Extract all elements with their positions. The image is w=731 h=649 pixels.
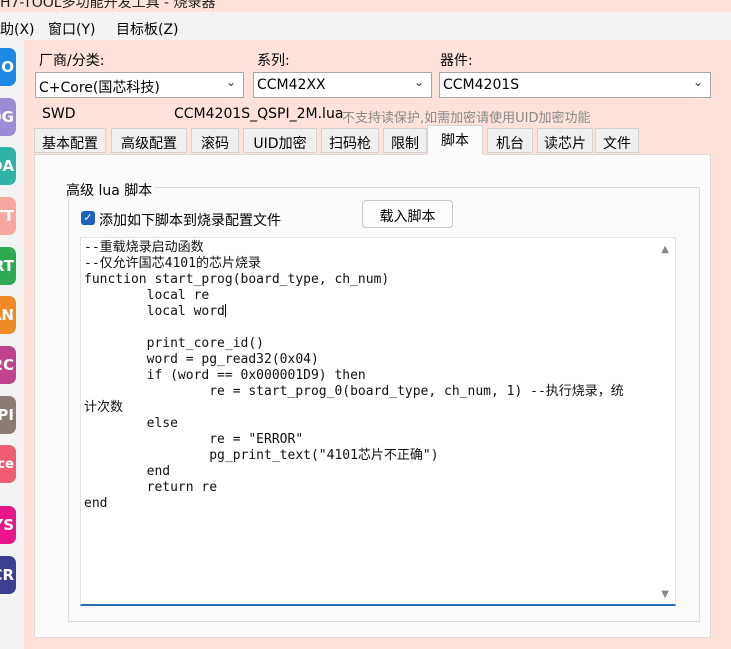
menu-target-board[interactable]: 目标板(Z)	[116, 19, 179, 39]
scroll-up-arrow-icon[interactable]: ▲	[661, 244, 669, 255]
shortcut-trace-button[interactable]: ace	[0, 445, 16, 483]
shortcut-cr-button[interactable]: CR	[0, 556, 16, 594]
programmer-panel: 厂商/分类: 系列: 器件: C+Core(国芯科技) ⌄ CCM42XX ⌄ …	[24, 40, 731, 649]
tab-uid-encrypt[interactable]: UID加密	[243, 128, 317, 153]
script-code-after-caret: print_core_id() word = pg_read32(0x04) i…	[84, 336, 624, 511]
protection-note: 不支持读保护,如需加密请使用UID加密功能	[342, 111, 591, 126]
add-script-checkbox[interactable]: ✓	[81, 211, 95, 225]
shortcut-dg-button[interactable]: DG	[0, 98, 16, 136]
device-select[interactable]: CCM4201S ⌄	[439, 72, 711, 98]
shortcut-spi-button[interactable]: PI	[0, 396, 16, 434]
tab-machine[interactable]: 机台	[487, 128, 533, 153]
tab-advanced-config[interactable]: 高级配置	[111, 128, 187, 153]
lua-script-editor[interactable]: --重载烧录启动函数 --仅允许国芯4101的芯片烧录 function sta…	[80, 237, 676, 606]
script-file-name: CCM4201S_QSPI_2M.lua	[174, 106, 344, 122]
checkmark-icon: ✓	[83, 211, 93, 224]
shortcut-i2c-button[interactable]: 2C	[0, 346, 16, 384]
script-tab-panel: 高级 lua 脚本 ✓ 添加如下脚本到烧录配置文件 载入脚本 --重载烧录启动函…	[34, 154, 711, 638]
shortcut-an-button[interactable]: AN	[0, 296, 16, 334]
device-label: 器件:	[440, 53, 473, 69]
vendor-select[interactable]: C+Core(国芯科技) ⌄	[35, 72, 244, 98]
menu-window[interactable]: 窗口(Y)	[48, 19, 95, 39]
tab-scanner[interactable]: 扫码枪	[321, 128, 379, 153]
chevron-down-icon: ⌄	[692, 75, 703, 89]
tab-script[interactable]: 脚本	[427, 125, 483, 155]
tab-rolling-code[interactable]: 滚码	[191, 128, 239, 153]
shortcut-tt-button[interactable]: TT	[0, 197, 16, 235]
lua-script-group-title: 高级 lua 脚本	[63, 180, 156, 200]
series-select[interactable]: CCM42XX ⌄	[253, 72, 432, 98]
window-title: H7-TOOL多功能开发工具 - 烧录器	[0, 0, 216, 11]
tab-limits[interactable]: 限制	[383, 128, 427, 153]
shortcut-da-button[interactable]: DA	[0, 147, 16, 185]
device-select-value: CCM4201S	[443, 77, 520, 93]
tab-basic-config[interactable]: 基本配置	[34, 128, 106, 153]
series-label: 系列:	[257, 53, 290, 69]
chevron-down-icon: ⌄	[413, 75, 424, 89]
series-select-value: CCM42XX	[257, 77, 326, 93]
text-caret	[224, 304, 226, 317]
scroll-down-arrow-icon[interactable]: ▼	[661, 589, 669, 600]
load-script-button[interactable]: 载入脚本	[362, 200, 453, 228]
vendor-select-value: C+Core(国芯科技)	[39, 80, 160, 96]
chevron-down-icon: ⌄	[225, 75, 236, 89]
menu-help[interactable]: 助(X)	[0, 19, 35, 39]
menu-bar: 助(X) 窗口(Y) 目标板(Z)	[0, 12, 731, 41]
tab-read-chip[interactable]: 读芯片	[537, 128, 593, 153]
shortcut-io-button[interactable]: IO	[0, 48, 16, 86]
vendor-label: 厂商/分类:	[39, 53, 105, 69]
interface-label: SWD	[42, 106, 76, 122]
script-code[interactable]: --重载烧录启动函数 --仅允许国芯4101的芯片烧录 function sta…	[84, 240, 656, 512]
shortcut-ys-button[interactable]: YS	[0, 506, 16, 544]
add-script-checkbox-label[interactable]: 添加如下脚本到烧录配置文件	[99, 210, 281, 230]
tab-files[interactable]: 文件	[595, 128, 639, 153]
shortcut-rt-button[interactable]: RT	[0, 247, 16, 285]
script-code-before-caret: --重载烧录启动函数 --仅允许国芯4101的芯片烧录 function sta…	[84, 240, 390, 319]
shortcut-sidebar: IO DG DA TT RT AN 2C PI ace YS CR	[0, 40, 24, 649]
